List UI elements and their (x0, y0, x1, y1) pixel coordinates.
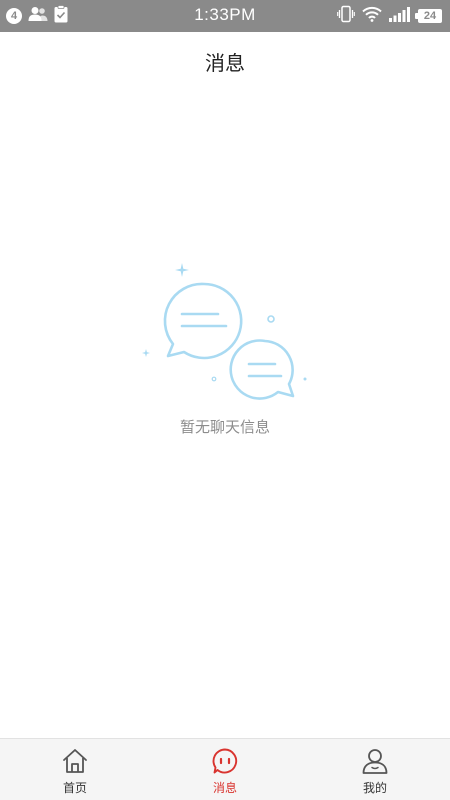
message-icon (211, 747, 239, 775)
header: 消息 (0, 32, 450, 90)
nav-label-messages: 消息 (212, 781, 237, 795)
nav-label-home: 首页 (62, 781, 87, 795)
nav-item-home[interactable]: 首页 (0, 739, 150, 800)
status-bar: 4 1:33PM 24 (0, 0, 450, 32)
wifi-icon (362, 6, 382, 26)
screen: 4 1:33PM 24 消息 暂无聊天信息 首页 消息 我的 (0, 0, 450, 800)
vibrate-icon (337, 5, 355, 27)
profile-icon (361, 747, 389, 775)
empty-state-text: 暂无聊天信息 (179, 418, 270, 436)
nav-label-profile: 我的 (362, 781, 387, 795)
nav-item-profile[interactable]: 我的 (300, 739, 450, 800)
bottom-nav: 首页 消息 我的 (0, 738, 450, 800)
page-title: 消息 (205, 50, 245, 75)
chat-bubbles-icon (138, 258, 314, 404)
battery-icon: 24 (415, 9, 442, 23)
home-icon (61, 747, 89, 775)
signal-icon (389, 6, 411, 26)
status-bar-right: 24 (337, 5, 442, 27)
nav-item-messages[interactable]: 消息 (150, 739, 300, 800)
